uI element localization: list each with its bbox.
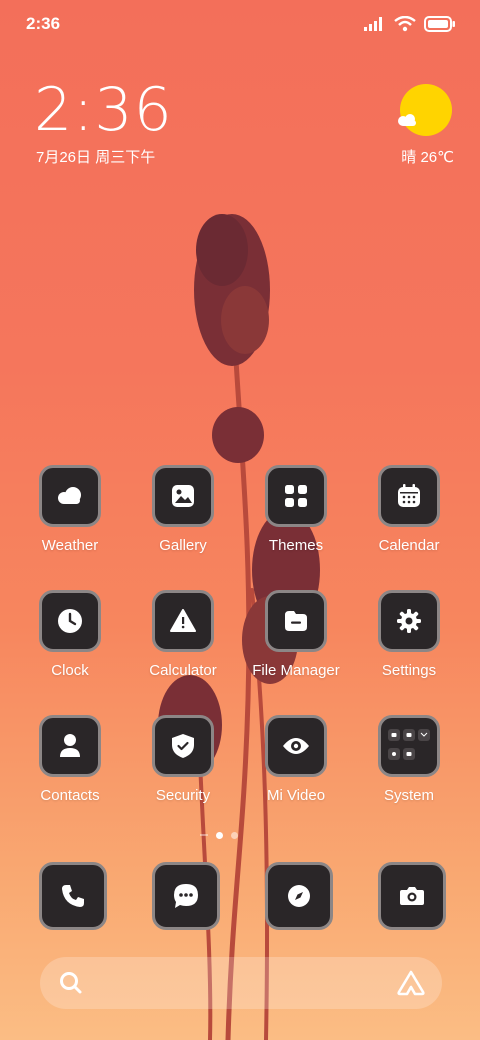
app-system-folder[interactable]: System bbox=[361, 715, 457, 804]
weather-icon bbox=[39, 465, 101, 527]
cloud-icon bbox=[398, 114, 416, 126]
app-label: Gallery bbox=[159, 537, 207, 554]
app-contacts[interactable]: Contacts bbox=[22, 715, 118, 804]
gear-icon bbox=[378, 590, 440, 652]
app-gallery[interactable]: Gallery bbox=[135, 465, 231, 554]
clock-widget-date: 7月26日 周三下午 bbox=[36, 149, 156, 166]
app-mi-video[interactable]: Mi Video bbox=[248, 715, 344, 804]
search-icon bbox=[60, 972, 82, 994]
status-time: 2:36 bbox=[26, 14, 61, 33]
page-dot bbox=[231, 831, 238, 839]
browser-icon[interactable] bbox=[265, 862, 333, 930]
signal-icon bbox=[364, 17, 382, 31]
clock-widget-time[interactable]: 2:36 bbox=[34, 78, 173, 142]
app-calendar[interactable]: Calendar bbox=[361, 465, 457, 554]
wifi-icon bbox=[394, 16, 416, 32]
status-bar: 2:36 bbox=[0, 0, 480, 50]
app-themes[interactable]: Themes bbox=[248, 465, 344, 554]
sun-cloud-icon bbox=[400, 84, 452, 136]
page-indicator[interactable] bbox=[200, 831, 238, 839]
app-label: System bbox=[383, 787, 434, 804]
contacts-icon bbox=[39, 715, 101, 777]
app-label: Themes bbox=[268, 537, 324, 554]
app-file-manager[interactable]: File Manager bbox=[248, 590, 344, 679]
app-calculator[interactable]: Calculator bbox=[135, 590, 231, 679]
app-label: Calendar bbox=[378, 537, 440, 554]
app-settings[interactable]: Settings bbox=[361, 590, 457, 679]
weather-widget-text: 晴 26℃ bbox=[401, 149, 454, 166]
status-icons bbox=[364, 14, 456, 34]
app-label: Contacts bbox=[40, 787, 100, 804]
camera-icon[interactable] bbox=[378, 862, 446, 930]
gallery-icon bbox=[152, 465, 214, 527]
clock-icon bbox=[39, 590, 101, 652]
app-label: File Manager bbox=[252, 662, 340, 679]
calculator-icon bbox=[152, 590, 214, 652]
battery-icon bbox=[424, 16, 455, 32]
app-weather[interactable]: Weather bbox=[22, 465, 118, 554]
app-clock[interactable]: Clock bbox=[22, 590, 118, 679]
assistant-icon[interactable] bbox=[396, 969, 426, 997]
messages-icon[interactable] bbox=[152, 862, 220, 930]
app-label: Security bbox=[155, 787, 211, 804]
app-security[interactable]: Security bbox=[135, 715, 231, 804]
themes-icon bbox=[265, 465, 327, 527]
calendar-icon bbox=[378, 465, 440, 527]
file-manager-icon bbox=[265, 590, 327, 652]
page-dot-active bbox=[216, 831, 223, 839]
shield-icon bbox=[152, 715, 214, 777]
app-label: Clock bbox=[51, 662, 89, 679]
folder-icon bbox=[378, 715, 440, 777]
app-label: Mi Video bbox=[266, 787, 326, 804]
search-bar[interactable] bbox=[40, 957, 442, 1009]
app-label: Calculator bbox=[149, 662, 217, 679]
phone-icon[interactable] bbox=[39, 862, 107, 930]
page-indicator-home bbox=[200, 834, 208, 836]
eye-icon bbox=[265, 715, 327, 777]
app-label: Settings bbox=[381, 662, 437, 679]
app-label: Weather bbox=[41, 537, 99, 554]
